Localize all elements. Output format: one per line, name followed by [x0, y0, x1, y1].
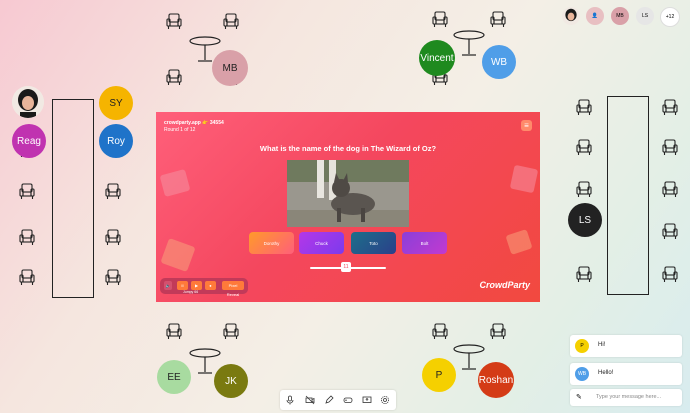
answer-option-2[interactable]: Chuck [299, 232, 344, 254]
avatar-jk[interactable]: JK [214, 364, 248, 398]
chair-icon[interactable] [222, 12, 240, 30]
avatar-mb[interactable]: MB [212, 50, 248, 86]
user-icon[interactable]: 👤 [586, 7, 604, 25]
chair-icon[interactable] [431, 10, 449, 28]
round-indicator: Round 1 of 12 [164, 127, 196, 133]
chair-icon[interactable] [104, 182, 122, 200]
avatar-ls-small[interactable]: LS [636, 7, 654, 25]
answer-option-3[interactable]: Toto [351, 232, 396, 254]
chair-icon[interactable] [222, 322, 240, 340]
camera-off-icon[interactable] [305, 395, 315, 405]
answer-option-4[interactable]: Bolt [402, 232, 447, 254]
chair-icon[interactable] [661, 98, 679, 116]
menu-button[interactable]: ≡ [521, 120, 532, 131]
chair-icon[interactable] [489, 10, 507, 28]
screen-share-icon[interactable] [362, 395, 372, 405]
chair-icon[interactable] [165, 68, 183, 86]
avatar-photo-left[interactable] [12, 86, 44, 118]
chair-icon[interactable] [431, 322, 449, 340]
chat-message-text: Hi! [598, 342, 606, 348]
chair-icon[interactable] [661, 180, 679, 198]
next-button[interactable]: ▶ [191, 281, 202, 290]
pause-button[interactable]: II [177, 281, 188, 290]
avatar-ls[interactable]: LS [568, 203, 602, 237]
avatar-reag[interactable]: Reag [12, 124, 46, 158]
chair-icon[interactable] [104, 268, 122, 286]
slider-knob[interactable]: 11 [341, 262, 351, 272]
chat-message: P Hi! [570, 335, 682, 357]
sound-icon[interactable]: 🔈 [164, 281, 172, 290]
question-text: What is the name of the dog in The Wizar… [259, 144, 437, 153]
chair-icon[interactable] [661, 138, 679, 156]
chair-icon[interactable] [489, 322, 507, 340]
pencil-icon: ✎ [576, 394, 582, 401]
chair-icon[interactable] [18, 268, 36, 286]
chat-avatar: P [575, 339, 589, 353]
crowdparty-logo: CrowdParty [479, 280, 530, 290]
chair-icon[interactable] [165, 322, 183, 340]
chair-icon[interactable] [104, 228, 122, 246]
camera-icon[interactable]: ● [205, 281, 216, 290]
chair-icon[interactable] [575, 138, 593, 156]
reveal-button[interactable]: Pixel Reveal [222, 281, 244, 297]
chair-icon[interactable] [575, 180, 593, 198]
chair-icon[interactable] [165, 12, 183, 30]
chair-icon[interactable] [18, 228, 36, 246]
avatar-ee[interactable]: EE [157, 360, 191, 394]
game-brand: crowdparty.app 👉 34554 [164, 120, 224, 126]
avatar-roy[interactable]: Roy [99, 124, 133, 158]
avatar-p[interactable]: P [422, 358, 456, 392]
settings-icon[interactable] [380, 395, 390, 405]
chair-icon[interactable] [18, 182, 36, 200]
question-image [287, 160, 409, 227]
avatar-sy[interactable]: SY [99, 86, 133, 120]
chat-placeholder: Type your message here... [596, 394, 662, 400]
more-participants-badge[interactable]: +12 [660, 7, 680, 27]
avatar-self[interactable] [562, 7, 580, 25]
avatar-mb-small[interactable]: MB [611, 7, 629, 25]
round-table-top-right [453, 30, 485, 56]
long-table-right [607, 96, 649, 295]
chat-avatar: WB [575, 367, 589, 381]
chair-icon[interactable] [661, 222, 679, 240]
chair-icon[interactable] [575, 265, 593, 283]
chat-input[interactable]: ✎ Type your message here... [570, 389, 682, 406]
game-presentation[interactable]: crowdparty.app 👉 34554 Round 1 of 12 ≡ W… [156, 112, 540, 302]
avatar-wb[interactable]: WB [482, 45, 516, 79]
jump-label: Jumpy 66 [183, 290, 199, 294]
game-controls-bar: 🔈 II ▶ ● Pixel Reveal Jumpy 66 [160, 278, 248, 297]
avatar-vincent[interactable]: Vincent [419, 40, 455, 76]
long-table-left [52, 99, 94, 298]
chair-icon[interactable] [575, 98, 593, 116]
avatar-roshan[interactable]: Roshan [478, 362, 514, 398]
edit-icon[interactable] [324, 395, 334, 405]
gamepad-icon[interactable] [343, 395, 353, 405]
chat-message-text: Hello! [598, 370, 614, 376]
bottom-toolbar [280, 390, 396, 410]
chair-icon[interactable] [661, 265, 679, 283]
round-table-bottom-right [453, 344, 485, 370]
answer-option-1[interactable]: Dorothy [249, 232, 294, 254]
microphone-icon[interactable] [285, 395, 295, 405]
chat-message: WB Hello! [570, 363, 682, 385]
